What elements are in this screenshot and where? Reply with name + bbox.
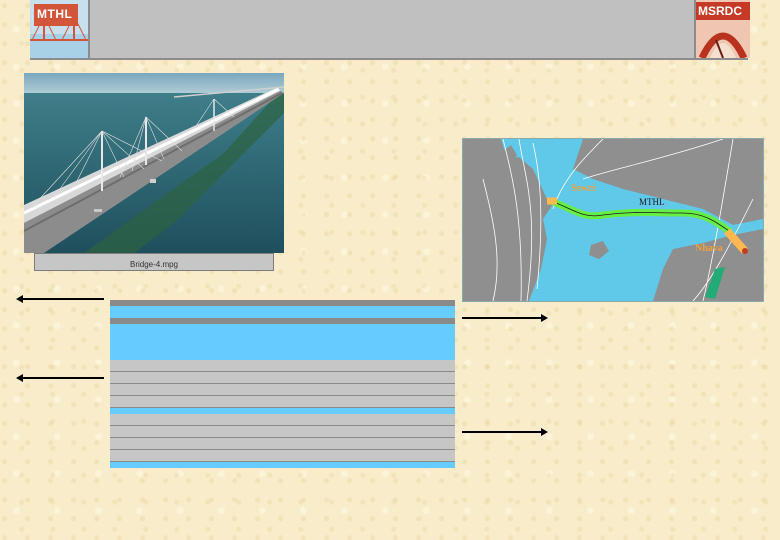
video-caption: Bridge-4.mpg [34, 253, 274, 271]
nhava-label: Nhava [695, 243, 723, 254]
table-row [110, 438, 455, 450]
bridge-video[interactable] [24, 73, 284, 253]
left-arrow-icon [16, 295, 104, 303]
table-row [110, 414, 455, 426]
header-bar [30, 0, 748, 60]
msrdc-logo: MSRDC [694, 0, 750, 58]
cable-stayed-bridge-render-icon [24, 73, 284, 253]
right-arrow-icon [462, 314, 548, 322]
sewri-label: Sewri [571, 183, 596, 194]
table-bottom-band [110, 462, 455, 468]
route-map: Sewri MTHL Nhava [462, 138, 764, 302]
right-arrow-icon [462, 428, 548, 436]
msrdc-logo-text: MSRDC [698, 4, 742, 18]
table-row [110, 360, 455, 372]
table-blue-band [110, 324, 455, 360]
table-row [110, 396, 455, 408]
mthl-logo: MTHL [30, 0, 90, 58]
table-header-band [110, 306, 455, 318]
mthl-logo-text: MTHL [37, 7, 73, 21]
left-arrow-icon [16, 374, 104, 382]
table-row [110, 426, 455, 438]
table-row [110, 450, 455, 462]
mthl-route-map-icon: Sewri MTHL Nhava [463, 139, 763, 301]
arch-emblem-icon [698, 32, 748, 58]
mthl-label: MTHL [639, 197, 665, 207]
video-caption-text: Bridge-4.mpg [129, 260, 179, 269]
table-row [110, 372, 455, 384]
table-row [110, 384, 455, 396]
